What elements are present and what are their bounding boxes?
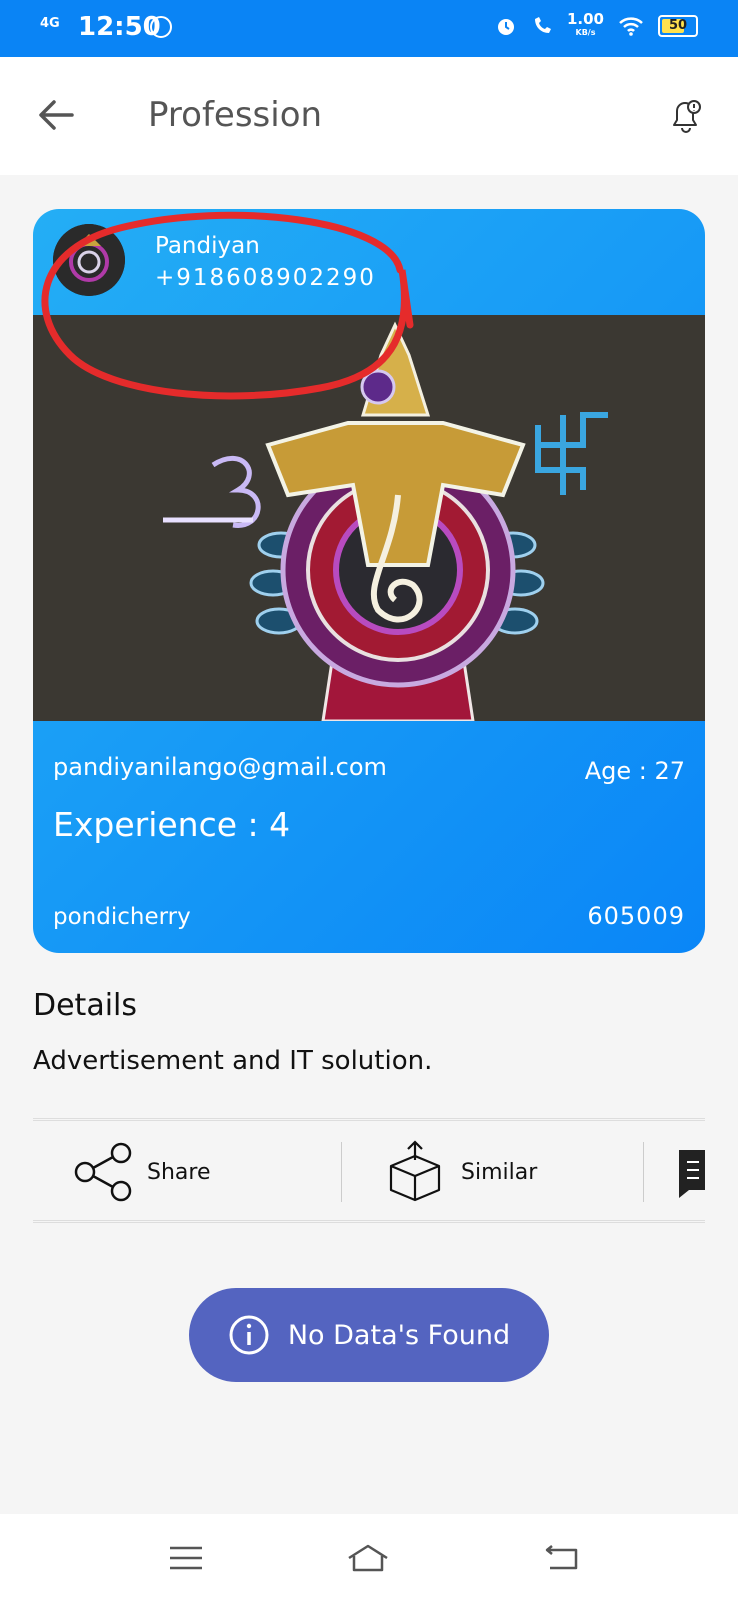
menu-icon[interactable] — [164, 1536, 208, 1580]
box-icon — [389, 1140, 441, 1202]
share-icon — [74, 1142, 132, 1202]
network-speed: 1.00 KB/s — [566, 10, 604, 38]
notification-bell-icon[interactable] — [664, 93, 708, 137]
battery-icon: 50 — [658, 15, 698, 37]
back-arrow-icon[interactable] — [36, 95, 76, 135]
system-nav-bar — [0, 1514, 738, 1600]
profile-age: Age : 27 — [584, 757, 685, 785]
similar-button[interactable]: Similar — [387, 1122, 537, 1222]
page-title: Profession — [148, 95, 323, 135]
action-row: Share Similar — [33, 1122, 738, 1222]
profile-city: pondicherry — [53, 904, 191, 930]
wifi-icon — [619, 17, 643, 36]
profile-experience: Experience : 4 — [53, 805, 291, 844]
divider — [33, 1118, 705, 1121]
details-heading: Details — [33, 988, 138, 1023]
details-text: Advertisement and IT solution. — [33, 1046, 433, 1076]
home-icon[interactable] — [346, 1536, 390, 1580]
alarm-icon — [497, 19, 514, 35]
profile-email[interactable]: pandiyanilango@gmail.com — [53, 753, 387, 781]
red-annotation-circle — [41, 211, 414, 400]
status-time: 12:50 — [78, 12, 161, 42]
no-data-notice: No Data's Found — [189, 1288, 549, 1382]
profile-pincode: 605009 — [587, 902, 685, 930]
whatsapp-icon — [150, 16, 172, 38]
info-icon — [229, 1315, 269, 1355]
wifi-call-icon — [534, 17, 551, 33]
app-bar: Profession — [0, 57, 738, 175]
share-button[interactable]: Share — [73, 1122, 211, 1222]
no-data-text: No Data's Found — [287, 1319, 511, 1351]
share-label: Share — [147, 1159, 211, 1185]
divider — [341, 1142, 342, 1202]
back-nav-icon[interactable] — [540, 1536, 584, 1580]
status-bar: 4G 12:50 1.00 KB/s 50 — [0, 0, 738, 57]
chat-icon — [679, 1150, 705, 1198]
divider — [643, 1142, 644, 1202]
status-icons: 1.00 KB/s 50 — [495, 12, 698, 40]
similar-label: Similar — [461, 1159, 538, 1185]
network-indicator: 4G — [40, 16, 60, 31]
divider — [33, 1220, 705, 1223]
chat-button[interactable] — [675, 1122, 705, 1222]
